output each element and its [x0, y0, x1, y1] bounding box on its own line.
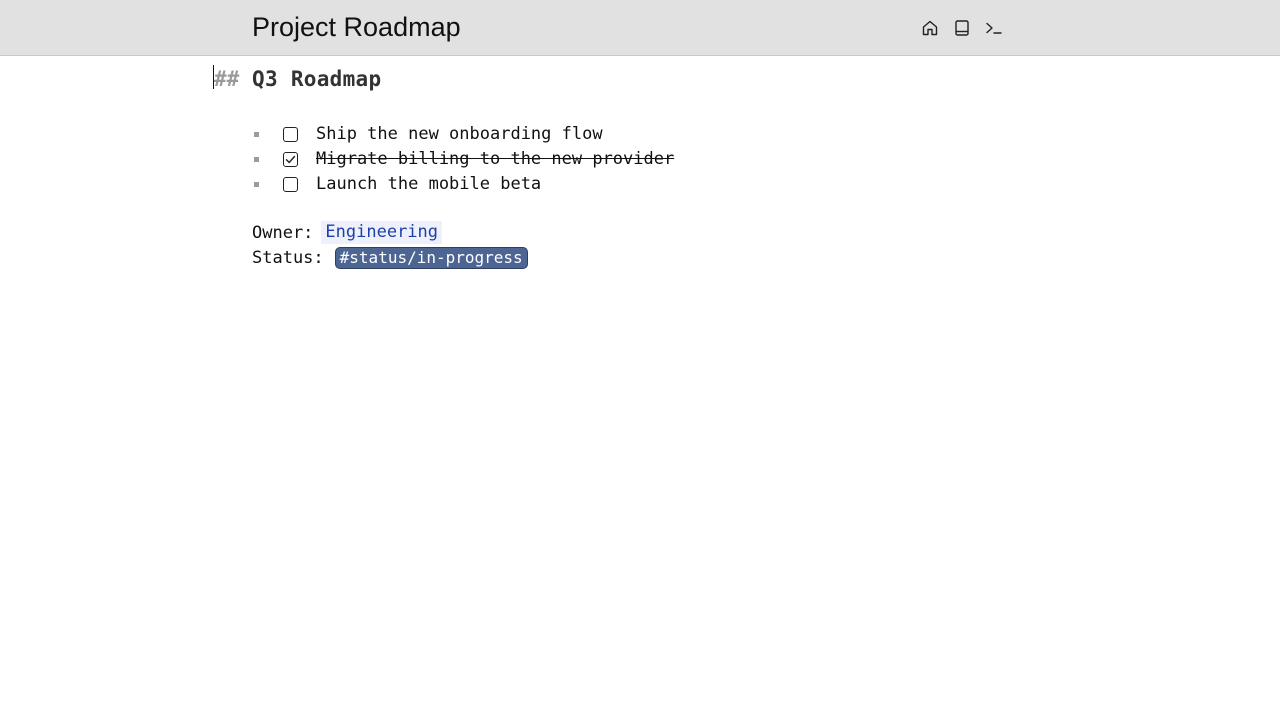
task-list: Ship the new onboarding flow Migrate bil…: [252, 122, 674, 197]
owner-link[interactable]: Engineering: [321, 221, 443, 244]
owner-label: Owner:: [252, 222, 314, 243]
status-tag[interactable]: #status/in-progress: [334, 246, 528, 269]
editor[interactable]: ## Q3 Roadmap Ship the new onboarding fl…: [0, 56, 1280, 720]
document-heading: Q3 Roadmap: [252, 67, 382, 91]
task-item: Ship the new onboarding flow: [252, 122, 674, 147]
task-label: Launch the mobile beta: [316, 174, 542, 194]
bullet-icon: [254, 132, 259, 137]
task-label: Ship the new onboarding flow: [316, 124, 603, 144]
metadata: Owner: Engineering Status: #status/in-pr…: [252, 220, 528, 270]
terminal-button[interactable]: [982, 14, 1006, 42]
home-button[interactable]: [918, 14, 942, 42]
bullet-icon: [254, 157, 259, 162]
checkmark-icon: [285, 155, 296, 164]
status-label: Status:: [252, 247, 324, 268]
owner-row: Owner: Engineering: [252, 220, 528, 245]
book-button[interactable]: [950, 14, 974, 42]
top-bar: Project Roadmap: [0, 0, 1280, 56]
home-icon: [922, 20, 938, 36]
page-title: Project Roadmap: [252, 12, 461, 42]
status-row: Status: #status/in-progress: [252, 245, 528, 270]
task-label: Migrate billing to the new provider: [316, 149, 675, 169]
book-icon: [955, 20, 969, 36]
heading-marker: ##: [214, 67, 240, 91]
task-item: Migrate billing to the new provider: [252, 147, 674, 172]
bullet-icon: [254, 182, 259, 187]
terminal-icon: [986, 22, 1002, 34]
toolbar: [918, 14, 1006, 42]
task-checkbox[interactable]: [283, 152, 298, 167]
task-checkbox[interactable]: [283, 127, 298, 142]
task-item: Launch the mobile beta: [252, 172, 674, 197]
task-checkbox[interactable]: [283, 177, 298, 192]
